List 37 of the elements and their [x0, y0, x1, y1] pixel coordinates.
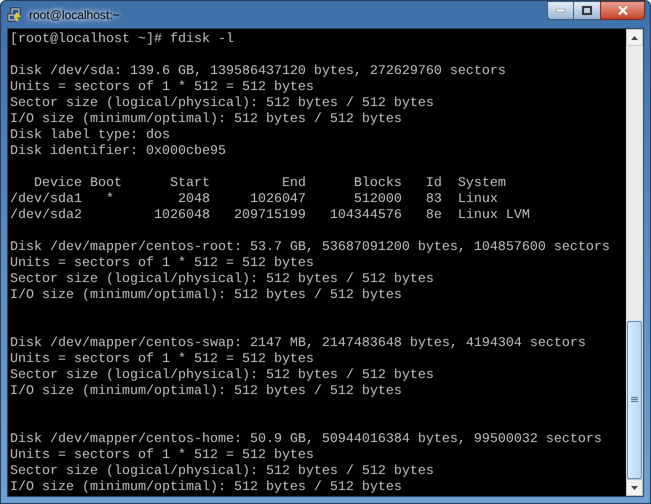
terminal-line: [root@localhost ~]# fdisk -l — [10, 32, 235, 48]
close-icon — [618, 6, 628, 15]
terminal-line: Disk /dev/mapper/centos-root: 53.7 GB, 53687091200 bytes, 104857600 sectors — [10, 240, 611, 256]
terminal-line: Sector size (logical/physical): 512 bytes / 512 bytes — [10, 368, 435, 384]
window-title: root@localhost:~ — [29, 7, 120, 24]
minimize-icon — [556, 9, 565, 12]
terminal-line: Disk label type: dos — [10, 128, 171, 144]
down-arrow-icon — [631, 486, 638, 490]
minimize-button[interactable] — [547, 1, 574, 20]
maximize-icon — [582, 6, 592, 15]
terminal-line: I/O size (minimum/optimal): 512 bytes / 512 bytes — [10, 288, 403, 304]
terminal-line: Disk /dev/mapper/centos-home: 50.9 GB, 50944016384 bytes, 99500032 sectors — [10, 432, 603, 448]
up-arrow-icon — [631, 36, 638, 40]
grip-icon — [631, 397, 638, 403]
terminal-line: Disk /dev/mapper/centos-swap: 2147 MB, 2147483648 bytes, 4194304 sectors — [10, 336, 587, 352]
terminal-line: /dev/sda2 1026048 209715199 104344576 8e Linux LVM — [10, 208, 531, 224]
terminal-line: Sector size (logical/physical): 512 bytes / 512 bytes — [10, 96, 435, 112]
maximize-button[interactable] — [574, 1, 600, 20]
terminal-line: I/O size (minimum/optimal): 512 bytes / 512 bytes — [10, 112, 403, 128]
terminal-line: Units = sectors of 1 * 512 = 512 bytes — [10, 80, 315, 96]
terminal-line: Units = sectors of 1 * 512 = 512 bytes — [10, 256, 315, 272]
terminal-line: Units = sectors of 1 * 512 = 512 bytes — [10, 448, 315, 464]
scrollbar[interactable] — [626, 29, 643, 496]
scroll-thumb[interactable] — [627, 321, 642, 479]
terminal-line: Units = sectors of 1 * 512 = 512 bytes — [10, 352, 315, 368]
terminal-line: Sector size (logical/physical): 512 bytes / 512 bytes — [10, 464, 435, 480]
scroll-down-button[interactable] — [626, 479, 643, 496]
terminal-line: Device Boot Start End Blocks Id System — [32, 176, 507, 192]
terminal-line: Sector size (logical/physical): 512 bytes / 512 bytes — [10, 272, 435, 288]
computer-icon[interactable] — [7, 7, 23, 23]
terminal-line: I/O size (minimum/optimal): 512 bytes / 512 bytes — [10, 384, 403, 400]
scroll-up-button[interactable] — [626, 29, 643, 46]
terminal-line: Disk /dev/sda: 139.6 GB, 139586437120 bytes, 272629760 sectors — [10, 64, 507, 80]
close-button[interactable] — [600, 1, 645, 20]
terminal-line: I/O size (minimum/optimal): 512 bytes / 512 bytes — [10, 480, 403, 496]
terminal-line: Disk identifier: 0x000cbe95 — [10, 144, 227, 160]
terminal-line: /dev/sda1 * 2048 1026047 512000 83 Linux — [10, 192, 499, 208]
